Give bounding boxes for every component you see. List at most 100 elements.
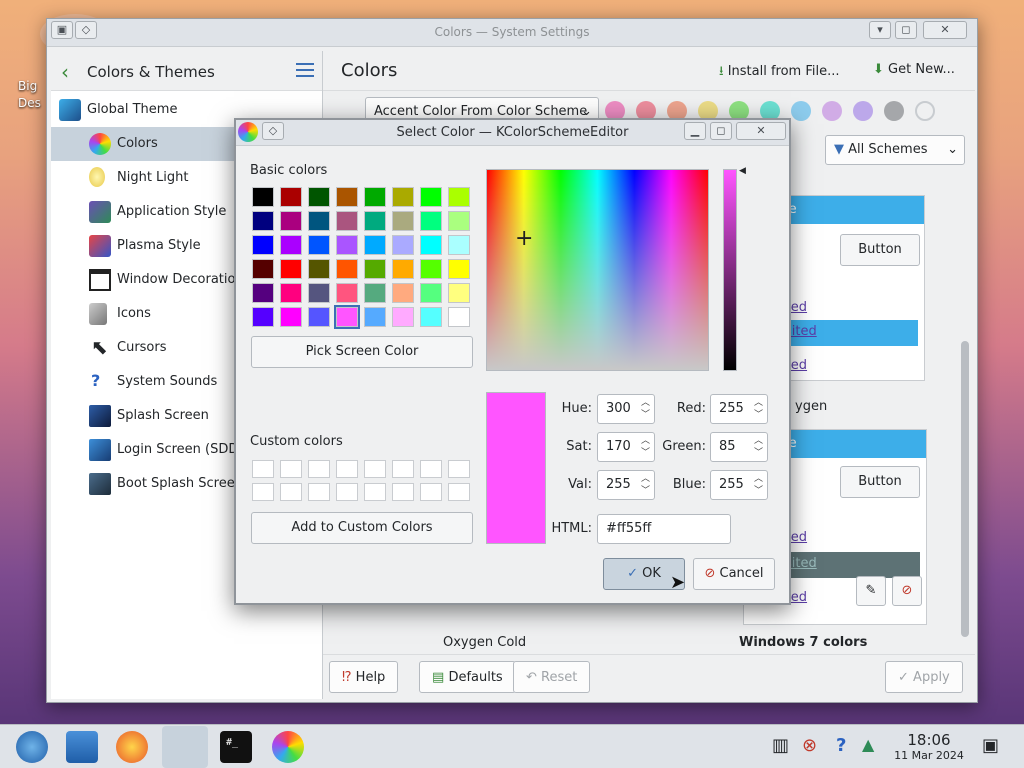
basic-color-swatch[interactable] [364, 235, 386, 255]
basic-color-swatch[interactable] [280, 259, 302, 279]
basic-color-swatch[interactable] [420, 307, 442, 327]
clock-time[interactable]: 18:06 [892, 731, 966, 749]
custom-color-swatch[interactable] [420, 460, 442, 478]
hue-spinbox[interactable]: 300 ︿ ﹀ [597, 394, 655, 424]
basic-color-swatch[interactable] [252, 187, 274, 207]
custom-color-swatch[interactable] [364, 460, 386, 478]
back-arrow-icon[interactable]: ‹ [61, 60, 69, 84]
dialog-close-button[interactable]: ✕ [736, 122, 786, 140]
scheme-filter-combo[interactable]: ▼ All Schemes ⌄ [825, 135, 965, 165]
custom-color-swatch[interactable] [336, 483, 358, 501]
reset-button[interactable]: ↶ Reset [513, 661, 591, 693]
maximize-button[interactable]: ◻ [895, 21, 917, 39]
basic-color-swatch[interactable] [448, 307, 470, 327]
dialog-maximize-button[interactable]: ◻ [710, 122, 732, 140]
basic-color-swatch[interactable] [336, 235, 358, 255]
basic-color-swatch[interactable] [420, 235, 442, 255]
custom-color-swatch[interactable] [364, 483, 386, 501]
install-from-file-button[interactable]: ⭳ Install from File... [719, 62, 840, 84]
basic-color-swatch[interactable] [252, 235, 274, 255]
basic-color-swatch[interactable] [336, 283, 358, 303]
basic-color-swatch[interactable] [334, 305, 360, 329]
terminal-icon[interactable]: #_ [220, 731, 252, 763]
basic-color-swatch[interactable] [252, 283, 274, 303]
spin-arrows-icon[interactable]: ︿ ﹀ [754, 473, 763, 497]
basic-color-swatch[interactable] [392, 259, 414, 279]
basic-color-swatch[interactable] [336, 259, 358, 279]
custom-accent-icon[interactable] [915, 101, 935, 121]
color-editor-task-icon[interactable] [272, 731, 304, 763]
basic-color-swatch[interactable] [252, 259, 274, 279]
basic-color-swatch[interactable] [364, 259, 386, 279]
spin-arrows-icon[interactable]: ︿ ﹀ [754, 397, 763, 421]
basic-color-swatch[interactable] [392, 211, 414, 231]
basic-color-swatch[interactable] [392, 307, 414, 327]
basic-color-swatch[interactable] [420, 283, 442, 303]
basic-color-swatch[interactable] [308, 187, 330, 207]
pick-screen-color-button[interactable]: Pick Screen Color [251, 336, 473, 368]
custom-color-swatch[interactable] [448, 483, 470, 501]
basic-color-swatch[interactable] [420, 187, 442, 207]
basic-color-swatch[interactable] [420, 259, 442, 279]
basic-color-swatch[interactable] [252, 307, 274, 327]
custom-color-swatch[interactable] [392, 483, 414, 501]
basic-color-swatch[interactable] [392, 235, 414, 255]
dialog-minimize-button[interactable]: ▁ [684, 122, 706, 140]
spin-arrows-icon[interactable]: ︿ ﹀ [641, 397, 650, 421]
help-icon[interactable]: ? [836, 735, 846, 756]
basic-color-swatch[interactable] [364, 211, 386, 231]
spin-arrows-icon[interactable]: ︿ ﹀ [641, 435, 650, 459]
basic-color-swatch[interactable] [252, 211, 274, 231]
basic-color-swatch[interactable] [280, 283, 302, 303]
minimize-button[interactable]: ▾ [869, 21, 891, 39]
edit-scheme-icon[interactable]: ✎ [856, 576, 886, 606]
color-spectrum-picker[interactable]: + [486, 169, 709, 371]
get-new-button[interactable]: ⬇ Get New... [873, 62, 955, 77]
scrollbar[interactable] [961, 341, 969, 637]
basic-color-swatch[interactable] [280, 211, 302, 231]
basic-color-swatch[interactable] [280, 235, 302, 255]
tray-arrow-up-icon[interactable]: ▲ [862, 735, 874, 754]
firefox-icon[interactable] [116, 731, 148, 763]
basic-color-swatch[interactable] [448, 187, 470, 207]
spin-arrows-icon[interactable]: ︿ ﹀ [641, 473, 650, 497]
sat-spinbox[interactable]: 170 ︿ ﹀ [597, 432, 655, 462]
delete-scheme-icon[interactable]: ⊘ [892, 576, 922, 606]
accent-color-swatch[interactable] [853, 101, 873, 121]
add-to-custom-colors-button[interactable]: Add to Custom Colors [251, 512, 473, 544]
custom-color-swatch[interactable] [448, 460, 470, 478]
basic-color-swatch[interactable] [308, 235, 330, 255]
custom-color-swatch[interactable] [252, 460, 274, 478]
basic-color-swatch[interactable] [448, 211, 470, 231]
custom-color-swatch[interactable] [336, 460, 358, 478]
basic-color-swatch[interactable] [364, 307, 386, 327]
start-menu-icon[interactable] [16, 731, 48, 763]
accent-color-swatch[interactable] [822, 101, 842, 121]
custom-color-swatch[interactable] [308, 460, 330, 478]
custom-color-swatch[interactable] [308, 483, 330, 501]
custom-color-swatch[interactable] [280, 460, 302, 478]
basic-color-swatch[interactable] [364, 283, 386, 303]
apply-button[interactable]: ✓ Apply [885, 661, 963, 693]
cancel-button[interactable]: ⊘ Cancel [693, 558, 775, 590]
clock-date[interactable]: 11 Mar 2024 [888, 749, 970, 762]
basic-color-swatch[interactable] [364, 187, 386, 207]
window-titlebar[interactable]: ▣ ◇ Colors — System Settings ▾ ◻ ✕ [47, 19, 977, 47]
custom-color-swatch[interactable] [392, 460, 414, 478]
green-spinbox[interactable]: 85 ︿ ﹀ [710, 432, 768, 462]
basic-color-swatch[interactable] [448, 259, 470, 279]
basic-color-swatch[interactable] [392, 187, 414, 207]
dialog-titlebar[interactable]: ◇ Select Color — KColorSchemeEditor ▁ ◻ … [236, 120, 789, 146]
blue-spinbox[interactable]: 255 ︿ ﹀ [710, 470, 768, 500]
basic-color-swatch[interactable] [336, 187, 358, 207]
file-manager-icon[interactable] [66, 731, 98, 763]
basic-color-swatch[interactable] [392, 283, 414, 303]
basic-color-swatch[interactable] [448, 283, 470, 303]
custom-color-swatch[interactable] [252, 483, 274, 501]
basic-color-swatch[interactable] [420, 211, 442, 231]
basic-color-swatch[interactable] [308, 307, 330, 327]
accent-color-swatch[interactable] [791, 101, 811, 121]
basic-color-swatch[interactable] [308, 259, 330, 279]
basic-color-swatch[interactable] [336, 211, 358, 231]
help-button[interactable]: ⁉ Help [329, 661, 399, 693]
